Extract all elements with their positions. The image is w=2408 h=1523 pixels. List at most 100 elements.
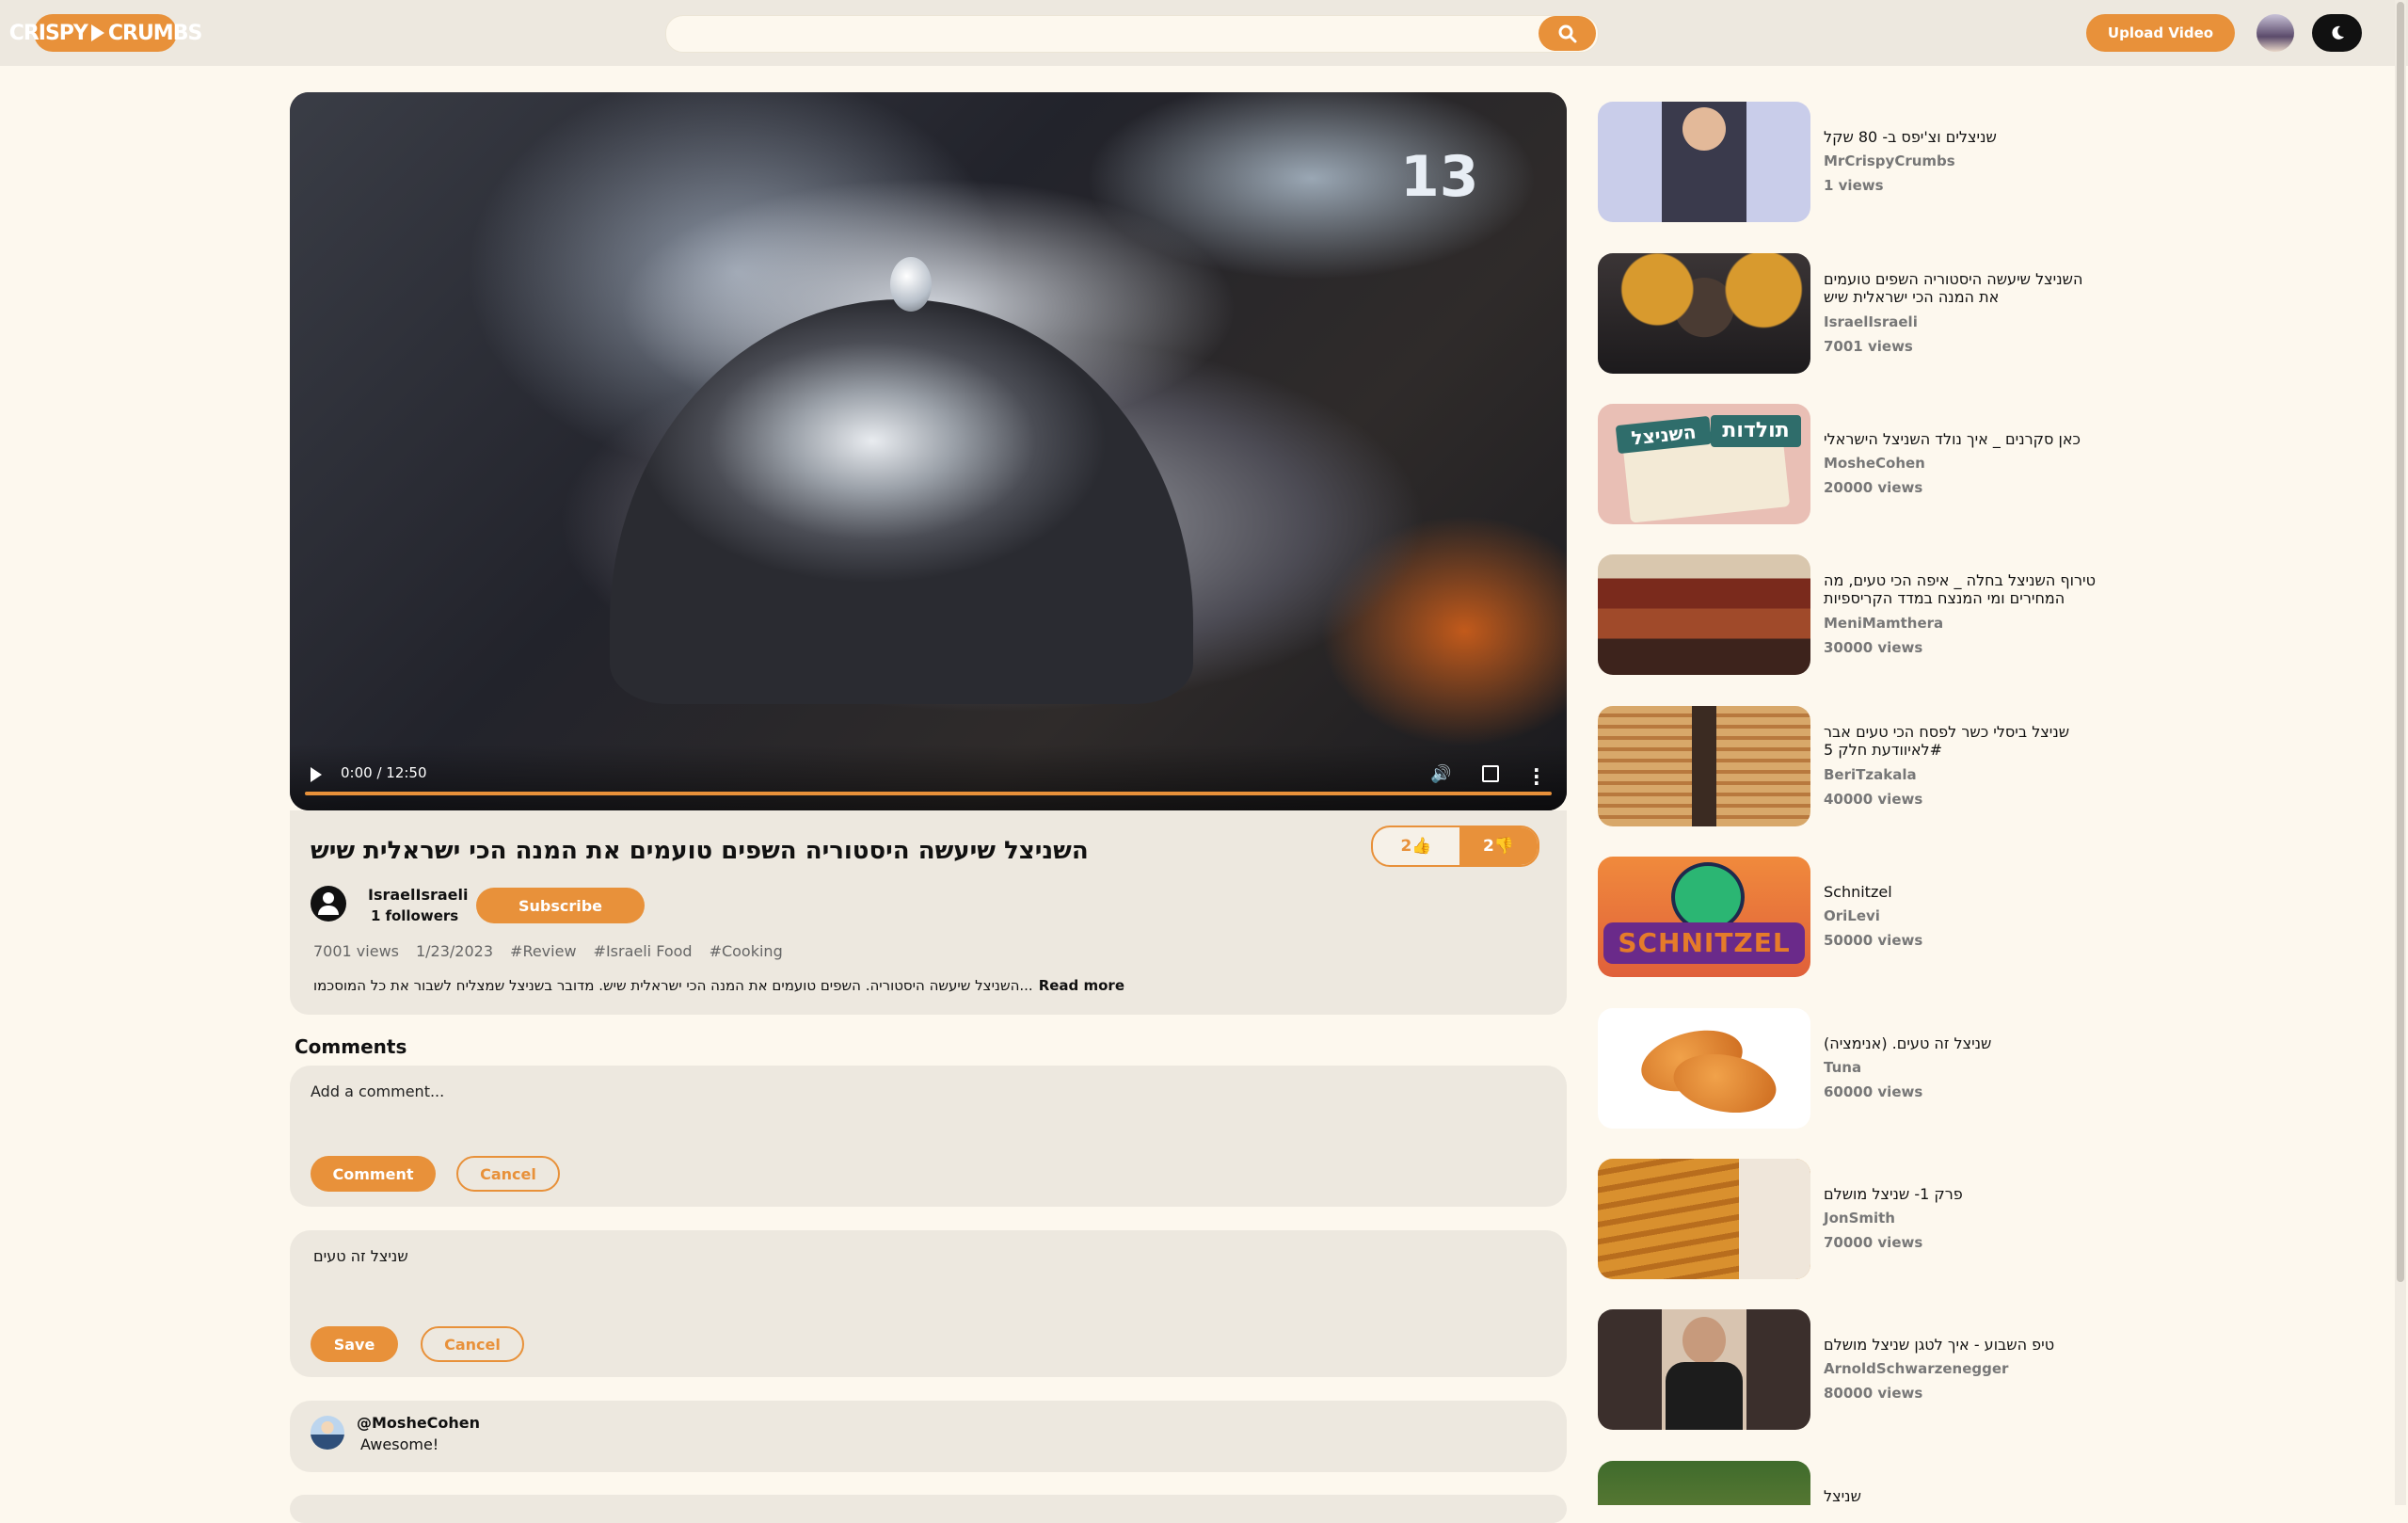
related-video-title[interactable]: פרק 1- שניצל מושלם (1824, 1185, 2106, 1203)
upload-date: 1/23/2023 (415, 942, 494, 960)
related-video-author[interactable]: MrCrispyCrumbs (1824, 152, 1955, 169)
volume-icon[interactable]: 🔊 (1430, 764, 1451, 784)
tag[interactable]: #Cooking (710, 942, 783, 960)
related-video[interactable]: שניצלים וצ'יפס ב- 80 שקל MrCrispyCrumbs … (1598, 102, 2049, 222)
related-video-author[interactable]: BeriTzakala (1824, 766, 1917, 783)
search-button[interactable] (1539, 16, 1596, 51)
add-comment-card: Add a comment... Comment Cancel (290, 1066, 1567, 1207)
related-video-title[interactable]: שניצל זה טעים. (אנימציה) (1824, 1034, 2106, 1052)
related-video[interactable]: שניצל זה טעים. (אנימציה) Tuna 60000 view… (1598, 1008, 2049, 1129)
tag[interactable]: #Review (510, 942, 577, 960)
related-video-views: 60000 views (1824, 1083, 1923, 1100)
related-video-author[interactable]: IsraelIsraeli (1824, 313, 1918, 330)
channel-watermark: 13 (1400, 144, 1479, 210)
edit-comment-card: שניצל זה טעים Save Cancel (290, 1230, 1567, 1377)
related-video[interactable]: תולדות השניצל כאן סקרנים _ איך נולד השני… (1598, 404, 2081, 524)
related-video-title[interactable]: שניצלים וצ'יפס ב- 80 שקל (1824, 128, 2106, 146)
video-thumbnail[interactable] (1598, 706, 1810, 826)
save-button[interactable]: Save (311, 1326, 398, 1362)
page-scrollbar[interactable] (2395, 0, 2406, 1505)
comment-item: @MosheCohen Awesome! (290, 1401, 1567, 1472)
subscribe-button[interactable]: Subscribe (476, 888, 645, 923)
video-thumbnail[interactable] (1598, 554, 1810, 675)
related-video-author[interactable]: Tuna (1824, 1059, 1861, 1076)
search-bar (665, 15, 1599, 53)
user-avatar[interactable] (2257, 14, 2294, 52)
commenter-name[interactable]: @MosheCohen (357, 1414, 480, 1432)
related-video[interactable]: שניצל (1598, 1461, 2049, 1505)
related-video-author[interactable]: OriLevi (1824, 907, 1880, 924)
related-video-author[interactable]: ArnoldSchwarzenegger (1824, 1360, 2008, 1377)
tag[interactable]: #Israeli Food (594, 942, 693, 960)
dislike-button[interactable]: 2 👎 (1459, 827, 1538, 865)
logo[interactable]: CRISPY CRUMBS (9, 14, 202, 52)
video-meta: 7001 views 1/23/2023 #Review #Israeli Fo… (313, 942, 783, 960)
read-more-link[interactable]: Read more (1039, 977, 1124, 994)
channel-avatar[interactable] (311, 886, 346, 922)
channel-followers: 1 followers (371, 907, 458, 924)
related-video-author[interactable]: MeniMamthera (1824, 615, 1943, 632)
video-thumbnail[interactable] (1598, 253, 1810, 374)
related-video-title[interactable]: כאן סקרנים _ איך נולד השניצל הישראלי (1824, 430, 2106, 448)
video-thumbnail[interactable]: תולדות השניצל (1598, 404, 1810, 524)
theme-toggle-button[interactable] (2312, 14, 2362, 52)
video-thumbnail[interactable] (1598, 1309, 1810, 1430)
more-options-icon[interactable]: ... (1533, 756, 1540, 788)
related-video[interactable]: השניצל שיעשה היסטוריה השפים טועמים את המ… (1598, 253, 2082, 374)
upload-video-button[interactable]: Upload Video (2086, 14, 2235, 52)
related-video-views: 30000 views (1824, 639, 1923, 656)
related-video[interactable]: פרק 1- שניצל מושלם JonSmith 70000 views (1598, 1159, 2049, 1279)
video-thumbnail[interactable]: SCHNITZEL (1598, 857, 1810, 977)
related-video-title[interactable]: טיפ השבוע - איך לטגן שניצל מושלם (1824, 1336, 2106, 1354)
related-video-title[interactable]: טירוף השניצל בחלה _ איפה הכי טעים, מה המ… (1824, 571, 2106, 607)
comment-button[interactable]: Comment (311, 1156, 436, 1192)
comment-item (290, 1495, 1567, 1523)
commenter-avatar[interactable] (311, 1416, 344, 1450)
like-dislike-group: 2 👍 2 👎 (1371, 826, 1539, 867)
related-video-title[interactable]: שניצל ביסלי כשר לפסח הכי טעים אבר #לאיוו… (1824, 723, 2106, 759)
add-comment-input[interactable]: Add a comment... (311, 1082, 444, 1100)
related-video[interactable]: טיפ השבוע - איך לטגן שניצל מושלם ArnoldS… (1598, 1309, 2054, 1430)
cancel-comment-button[interactable]: Cancel (456, 1156, 560, 1192)
channel-name[interactable]: IsraelIsraeli (368, 886, 468, 904)
like-button[interactable]: 2 👍 (1373, 827, 1459, 865)
related-video-views: 7001 views (1824, 338, 1913, 355)
search-input[interactable] (685, 16, 1536, 52)
related-video[interactable]: שניצל ביסלי כשר לפסח הכי טעים אבר #לאיוו… (1598, 706, 2069, 826)
thumbs-up-icon: 👍 (1411, 837, 1432, 856)
related-video-views: 40000 views (1824, 791, 1923, 808)
related-video[interactable]: SCHNITZEL Schnitzel OriLevi 50000 views (1598, 857, 2049, 977)
followers-count: 1 (371, 907, 381, 924)
cancel-edit-button[interactable]: Cancel (421, 1326, 524, 1362)
related-video-views: 20000 views (1824, 479, 1923, 496)
related-video-views: 80000 views (1824, 1385, 1923, 1402)
thumbnail-label: SCHNITZEL (1603, 922, 1805, 964)
video-thumbnail[interactable] (1598, 102, 1810, 222)
play-icon[interactable] (311, 767, 322, 782)
related-video-views: 50000 views (1824, 932, 1923, 949)
logo-text-left: CRISPY (8, 21, 88, 45)
video-thumbnail[interactable] (1598, 1461, 1810, 1505)
related-video-title[interactable]: Schnitzel (1824, 883, 2106, 901)
video-player[interactable]: 13 0:00 / 12:50 🔊 ... (290, 92, 1567, 810)
description-text: השניצל שיעשה היסטוריה. השפים טועמים את ה… (313, 977, 1033, 994)
thumbs-down-icon: 👎 (1493, 837, 1514, 856)
video-frame-knob (890, 257, 932, 312)
comments-heading: Comments (295, 1035, 407, 1058)
video-title: השניצל שיעשה היסטוריה השפים טועמים את המ… (311, 837, 1089, 865)
scrollbar-thumb[interactable] (2397, 2, 2404, 1282)
related-video-author[interactable]: MosheCohen (1824, 455, 1925, 472)
fullscreen-icon[interactable] (1482, 765, 1499, 782)
time-display: 0:00 / 12:50 (341, 764, 427, 781)
edit-comment-input[interactable]: שניצל זה טעים (313, 1247, 408, 1265)
related-video-title[interactable]: השניצל שיעשה היסטוריה השפים טועמים את המ… (1824, 270, 2106, 306)
related-video[interactable]: טירוף השניצל בחלה _ איפה הכי טעים, מה המ… (1598, 554, 2096, 675)
related-video-title[interactable]: שניצל (1824, 1487, 2049, 1505)
related-video-views: 1 views (1824, 177, 1884, 194)
video-info-card: השניצל שיעשה היסטוריה השפים טועמים את המ… (290, 810, 1567, 1015)
related-video-views: 70000 views (1824, 1234, 1923, 1251)
progress-bar[interactable] (305, 792, 1552, 795)
video-thumbnail[interactable] (1598, 1008, 1810, 1129)
video-thumbnail[interactable] (1598, 1159, 1810, 1279)
related-video-author[interactable]: JonSmith (1824, 1210, 1895, 1226)
